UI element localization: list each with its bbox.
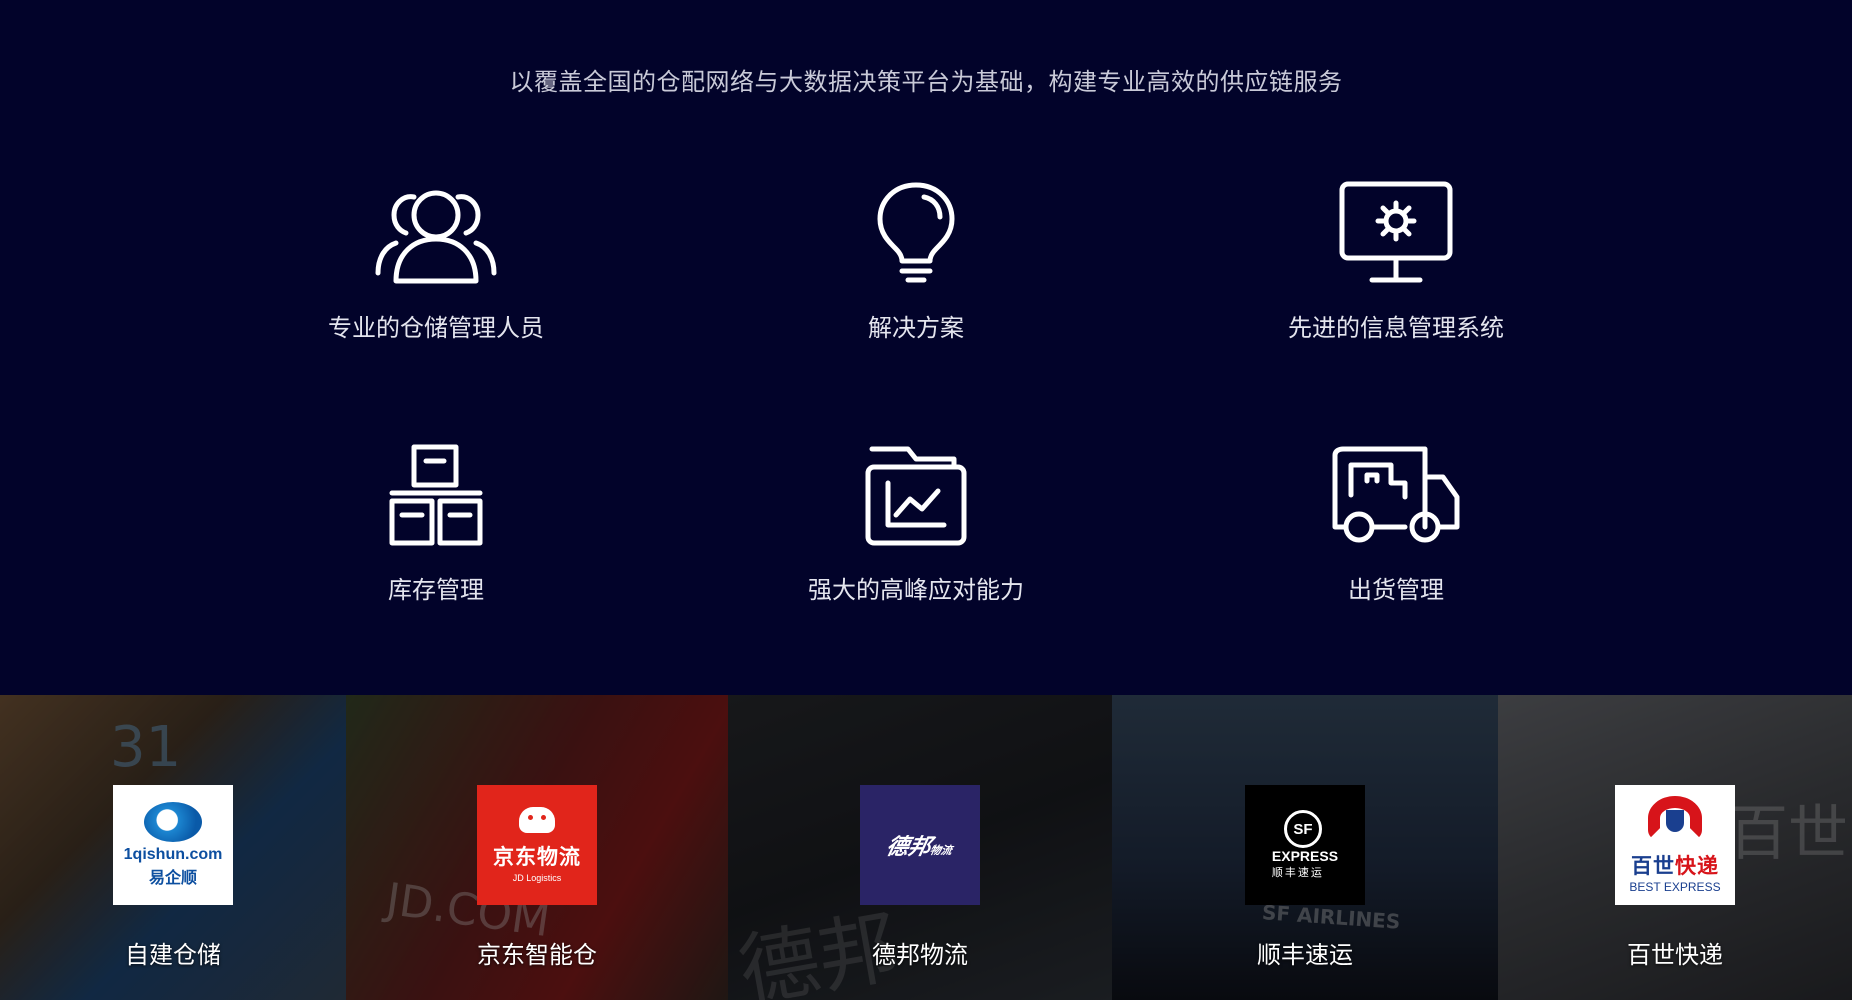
- logo-text: 德邦物流: [883, 835, 954, 860]
- feature-label: 专业的仓储管理人员: [328, 314, 544, 342]
- lightbulb-icon: [846, 178, 986, 288]
- deppon-logo: 德邦物流: [860, 785, 980, 905]
- 1qishun-swirl-icon: [144, 802, 202, 842]
- feature-label: 先进的信息管理系统: [1288, 314, 1504, 342]
- logo-text: 顺丰速运: [1271, 866, 1324, 879]
- feature-label: 解决方案: [868, 314, 964, 342]
- logo-text: JD Logistics: [512, 873, 562, 883]
- feature-shipping: 出货管理: [1156, 440, 1636, 605]
- logo-text: 百世快递: [1631, 854, 1719, 878]
- partner-card-sf[interactable]: SF AIRLINES SF EXPRESS 顺丰速运 顺丰速运: [1112, 695, 1498, 1000]
- partner-name: 自建仓储: [125, 941, 221, 969]
- section-subtitle: 以覆盖全国的仓配网络与大数据决策平台为基础，构建专业高效的供应链服务: [509, 68, 1343, 96]
- jd-dog-icon: [519, 807, 555, 833]
- page: 以覆盖全国的仓配网络与大数据决策平台为基础，构建专业高效的供应链服务 专业的仓储…: [0, 0, 1852, 1000]
- partner-name: 德邦物流: [872, 941, 968, 969]
- folder-chart-icon: [846, 440, 986, 550]
- partner-card-deppon[interactable]: 德邦 德邦物流 德邦物流: [728, 695, 1112, 1000]
- monitor-gear-icon: [1326, 178, 1466, 288]
- partners-strip: 31 1qishun.com 易企顺 自建仓储 JD.COM 京东物流 JD L…: [0, 695, 1852, 1000]
- logo-text: 1qishun.com: [123, 846, 223, 863]
- boxes-icon: [366, 440, 506, 550]
- partner-card-jd[interactable]: JD.COM 京东物流 JD Logistics 京东智能仓: [346, 695, 728, 1000]
- feature-info-system: 先进的信息管理系统: [1156, 178, 1636, 343]
- feature-label: 库存管理: [388, 576, 484, 604]
- best-mark-icon: [1640, 796, 1710, 844]
- users-icon: [366, 178, 506, 288]
- sf-circle-icon: SF: [1284, 810, 1322, 848]
- feature-warehouse-staff: 专业的仓储管理人员: [196, 178, 676, 343]
- truck-icon: [1326, 440, 1466, 550]
- logo-text: BEST EXPRESS: [1629, 880, 1721, 894]
- sf-express-logo: SF EXPRESS 顺丰速运: [1245, 785, 1365, 905]
- logo-text: 京东物流: [493, 845, 581, 869]
- partner-name: 京东智能仓: [477, 941, 597, 969]
- logo-text: 易企顺: [148, 868, 197, 887]
- feature-inventory: 库存管理: [196, 440, 676, 605]
- best-express-logo: 百世快递 BEST EXPRESS: [1615, 785, 1735, 905]
- partner-card-self-warehouse[interactable]: 31 1qishun.com 易企顺 自建仓储: [0, 695, 346, 1000]
- logo-text: EXPRESS: [1271, 848, 1339, 864]
- 1qishun-logo: 1qishun.com 易企顺: [113, 785, 233, 905]
- services-section: 以覆盖全国的仓配网络与大数据决策平台为基础，构建专业高效的供应链服务 专业的仓储…: [0, 0, 1852, 695]
- feature-label: 强大的高峰应对能力: [808, 576, 1024, 604]
- partner-card-best[interactable]: 百世 百世快递 BEST EXPRESS 百世快递: [1498, 695, 1852, 1000]
- feature-peak-capacity: 强大的高峰应对能力: [676, 440, 1156, 605]
- partner-name: 顺丰速运: [1257, 941, 1353, 969]
- feature-solutions: 解决方案: [676, 178, 1156, 343]
- feature-label: 出货管理: [1348, 576, 1444, 604]
- jd-logistics-logo: 京东物流 JD Logistics: [477, 785, 597, 905]
- partner-name: 百世快递: [1627, 941, 1723, 969]
